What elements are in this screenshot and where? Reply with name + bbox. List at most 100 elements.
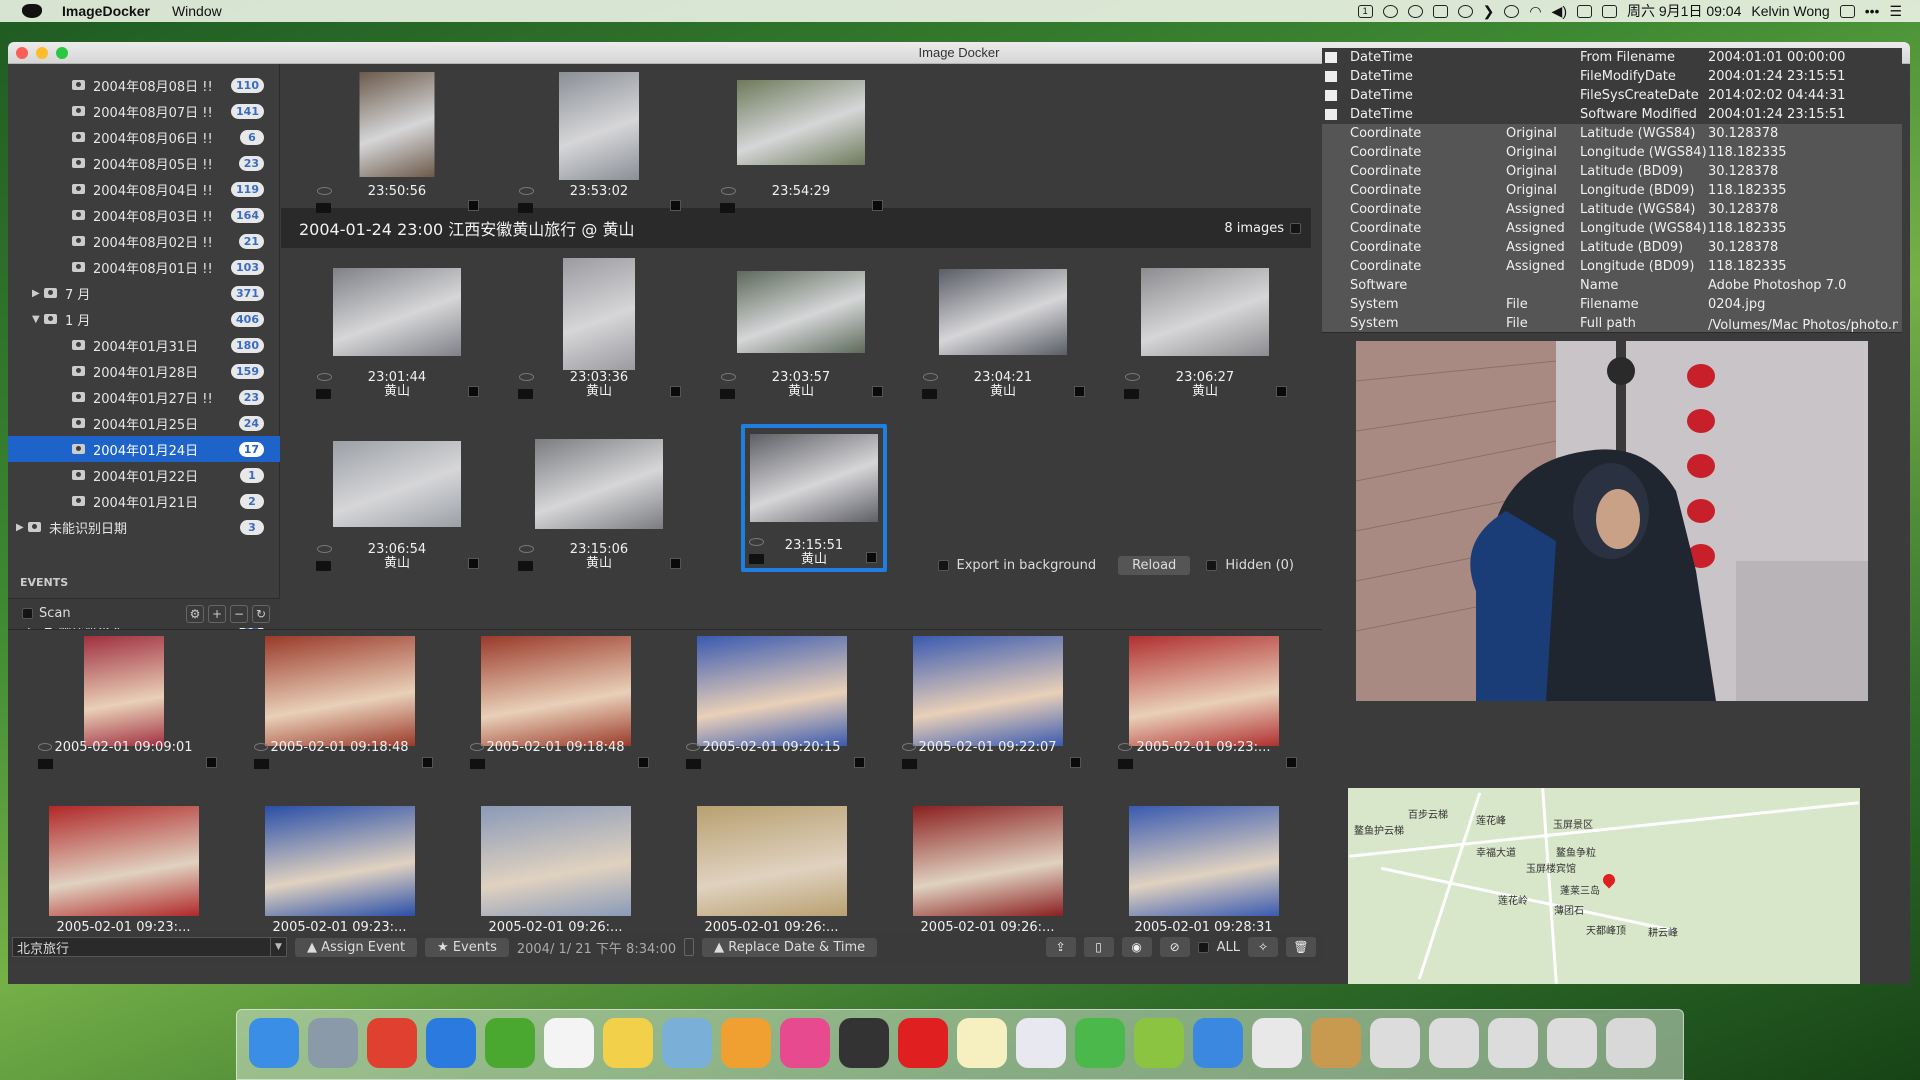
folder-icon[interactable] <box>686 759 701 769</box>
sidebar-item[interactable]: 2004年01月31日 180 <box>8 332 280 358</box>
folder-icon[interactable] <box>254 759 269 769</box>
folder-icon[interactable] <box>316 561 331 571</box>
add-icon[interactable]: + <box>208 604 226 623</box>
window-icon-4[interactable] <box>1547 1018 1597 1068</box>
itunes-icon[interactable] <box>780 1018 830 1068</box>
metadata-row[interactable]: Software Name Adobe Photoshop 7.0 <box>1322 276 1902 295</box>
folder-icon[interactable] <box>1118 759 1133 769</box>
select-checkbox[interactable] <box>206 757 217 768</box>
image-thumbnail[interactable]: 2005-02-01 09:23:... <box>232 806 447 934</box>
row-checkbox[interactable] <box>1325 90 1337 101</box>
input-method-icon[interactable] <box>1576 4 1592 18</box>
metadata-row[interactable]: DateTime FileSysCreateDate 2014:02:02 04:4… <box>1322 86 1902 105</box>
metadata-row[interactable]: Coordinate Original Latitude (WGS84) 30.128… <box>1322 124 1902 143</box>
row-checkbox[interactable] <box>1325 71 1337 82</box>
zoom-button[interactable] <box>56 47 68 59</box>
folder-icon[interactable] <box>902 759 917 769</box>
eye-icon[interactable] <box>38 743 52 751</box>
image-thumbnail[interactable]: 23:03:57 黄山 <box>701 258 901 408</box>
photos-icon[interactable] <box>721 1018 771 1068</box>
sidebar-item[interactable]: 2004年01月22日 1 <box>8 462 280 488</box>
eye-icon[interactable] <box>519 187 534 195</box>
select-checkbox[interactable] <box>468 200 479 211</box>
magic-wand-icon[interactable]: ✧ <box>1248 937 1278 957</box>
folder-icon[interactable] <box>518 561 533 571</box>
sidebar-item[interactable]: 2004年01月24日 17 <box>8 436 280 462</box>
eye-icon[interactable] <box>721 187 736 195</box>
trash-icon[interactable] <box>1606 1018 1656 1068</box>
textedit-icon[interactable] <box>1016 1018 1066 1068</box>
user-name[interactable]: Kelvin Wong <box>1751 3 1829 19</box>
sidebar-item[interactable]: 2004年08月01日 !! 103 <box>8 254 280 280</box>
eye-icon[interactable] <box>923 373 938 381</box>
refresh-icon[interactable]: ↻ <box>252 604 270 623</box>
chevron-right-icon[interactable]: ▶ <box>16 522 28 533</box>
folder-icon[interactable] <box>518 389 533 399</box>
chevron-down-icon[interactable]: ▼ <box>270 938 286 956</box>
plex-icon[interactable] <box>839 1018 889 1068</box>
eye-icon[interactable] <box>902 743 916 751</box>
refresh-icon[interactable] <box>1457 4 1473 18</box>
cloud-icon[interactable] <box>1432 4 1448 18</box>
select-checkbox[interactable] <box>866 552 877 563</box>
sidebar-item[interactable]: 2004年08月03日 !! 164 <box>8 202 280 228</box>
eye-icon[interactable] <box>721 373 736 381</box>
image-thumbnail[interactable]: 23:06:27 黄山 <box>1105 258 1305 408</box>
calendar-icon[interactable] <box>544 1018 594 1068</box>
image-thumbnail[interactable]: 2005-02-01 09:26:... <box>664 806 879 934</box>
image-thumbnail[interactable]: 23:15:51 黄山 <box>741 424 887 572</box>
search-icon[interactable] <box>1382 4 1398 18</box>
event-select-checkbox[interactable] <box>1290 222 1301 234</box>
eye-icon[interactable] <box>1125 373 1140 381</box>
chevron-right-icon[interactable]: ▶ <box>32 288 44 299</box>
image-thumbnail[interactable]: 23:04:21 黄山 <box>903 258 1103 408</box>
eye-icon[interactable] <box>317 545 332 553</box>
close-button[interactable] <box>16 47 28 59</box>
image-thumbnail[interactable]: 2005-02-01 09:09:01 <box>16 636 231 786</box>
select-checkbox[interactable] <box>670 200 681 211</box>
scan-checkbox[interactable] <box>22 608 33 619</box>
select-checkbox[interactable] <box>854 757 865 768</box>
safari-icon[interactable] <box>426 1018 476 1068</box>
folder-icon[interactable] <box>922 389 937 399</box>
select-checkbox[interactable] <box>468 386 479 397</box>
netease-music-icon[interactable] <box>898 1018 948 1068</box>
sidebar-item[interactable]: 2004年08月05日 !! 23 <box>8 150 280 176</box>
chevron-right-icon[interactable]: ❯ <box>1483 3 1495 20</box>
eye-icon[interactable] <box>1118 743 1132 751</box>
utorrent-icon[interactable] <box>485 1018 535 1068</box>
clock[interactable]: 周六 9月1日 09:04 <box>1627 1 1741 21</box>
eye-hidden-icon[interactable]: ⊘ <box>1159 937 1190 957</box>
sidebar-item[interactable]: 2004年01月25日 24 <box>8 410 280 436</box>
metadata-row[interactable]: Coordinate Original Longitude (WGS84) 118.1… <box>1322 143 1902 162</box>
select-checkbox[interactable] <box>468 558 479 569</box>
calendar-icon[interactable]: 1 <box>1357 4 1373 18</box>
folder-icon[interactable] <box>470 759 485 769</box>
image-thumbnail[interactable]: 2005-02-01 09:28:31 <box>1096 806 1311 934</box>
eye-icon[interactable] <box>519 373 534 381</box>
finder-icon[interactable] <box>249 1018 299 1068</box>
sidebar-item[interactable]: 2004年01月28日 159 <box>8 358 280 384</box>
app-menu[interactable]: ImageDocker <box>62 3 150 19</box>
row-checkbox[interactable] <box>1325 109 1337 120</box>
wifi-icon[interactable]: ◠ <box>1529 3 1541 20</box>
metadata-row[interactable]: Coordinate Original Longitude (BD09) 118.18… <box>1322 181 1902 200</box>
hidden-checkbox[interactable] <box>1206 559 1218 571</box>
metadata-row[interactable]: Coordinate Assigned Latitude (WGS84) 30.128… <box>1322 200 1902 219</box>
eye-icon[interactable] <box>317 187 332 195</box>
select-checkbox[interactable] <box>872 386 883 397</box>
folder-icon[interactable] <box>38 759 53 769</box>
sidebar-item[interactable]: 2004年01月21日 2 <box>8 488 280 514</box>
metadata-row[interactable]: Coordinate Assigned Longitude (WGS84) 118.1… <box>1322 219 1902 238</box>
select-checkbox[interactable] <box>1276 386 1287 397</box>
all-checkbox[interactable] <box>1197 941 1209 953</box>
sidebar-item[interactable]: 2004年01月27日 !! 23 <box>8 384 280 410</box>
image-thumbnail[interactable]: 2005-02-01 09:26:... <box>448 806 663 934</box>
office-icon[interactable] <box>1252 1018 1302 1068</box>
image-thumbnail[interactable]: 23:50:56 <box>297 72 497 222</box>
replace-date-button[interactable]: ▲ Replace Date & Time <box>702 937 878 957</box>
date-icon[interactable] <box>1601 4 1617 18</box>
apple-icon[interactable] <box>22 4 42 18</box>
chevron-down-icon[interactable]: ▼ <box>32 314 44 325</box>
folder-icon[interactable] <box>518 203 533 213</box>
